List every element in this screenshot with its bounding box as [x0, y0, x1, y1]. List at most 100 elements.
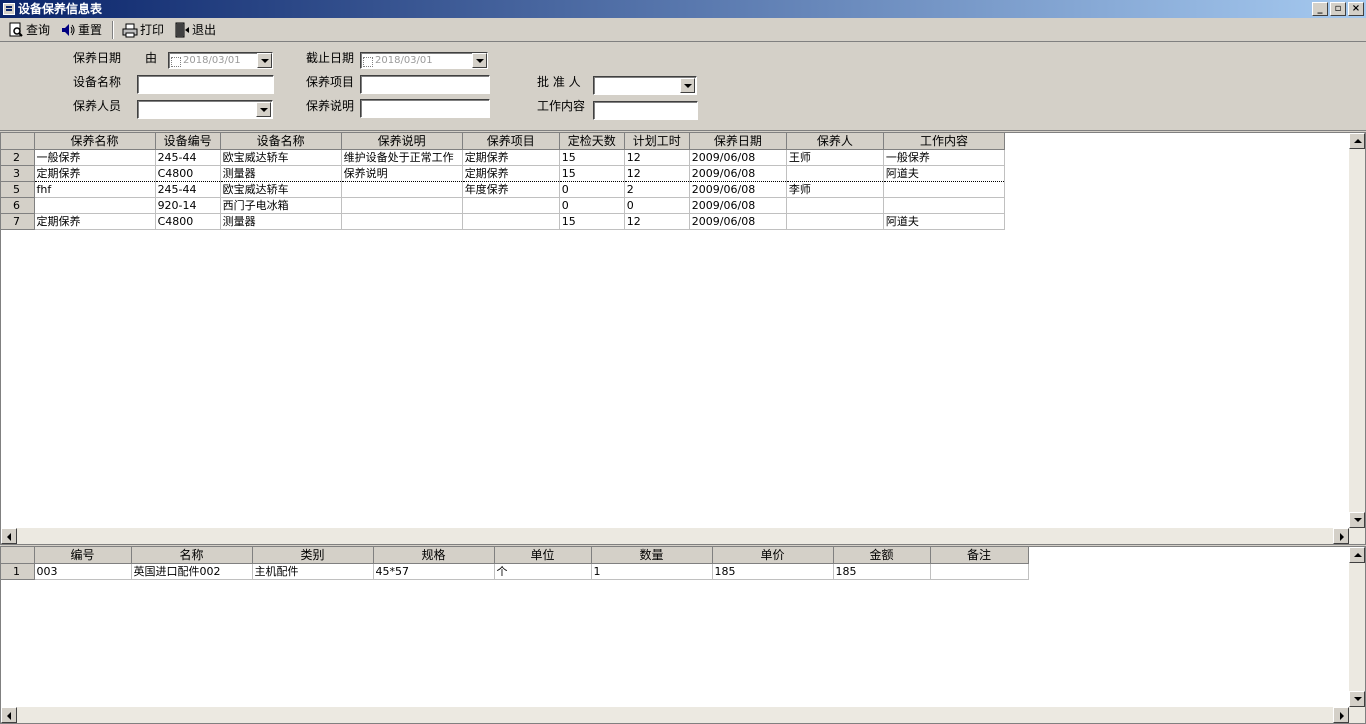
horizontal-scrollbar[interactable] — [1, 528, 1365, 544]
table-cell[interactable]: 2009/06/08 — [689, 149, 787, 166]
table-cell[interactable] — [786, 197, 884, 214]
table-cell[interactable]: 245-44 — [155, 181, 221, 198]
table-row[interactable]: 5 fhf 245-44 欧宝威达轿车 年度保养 0 2 2009/06/08 李师 — [1, 181, 1006, 198]
table-cell[interactable]: 15 — [559, 213, 625, 230]
column-header[interactable]: 数量 — [591, 547, 713, 564]
table-cell[interactable]: fhf — [34, 181, 156, 198]
column-header[interactable]: 定检天数 — [559, 133, 625, 150]
query-button[interactable]: 查询 — [4, 20, 54, 40]
table-cell[interactable] — [786, 213, 884, 230]
table-cell[interactable]: 李师 — [786, 181, 884, 198]
column-header[interactable]: 设备名称 — [220, 133, 342, 150]
column-header[interactable]: 设备编号 — [155, 133, 221, 150]
table-cell[interactable]: C4800 — [155, 213, 221, 230]
approver-select[interactable] — [593, 76, 697, 95]
table-cell[interactable]: 定期保养 — [462, 149, 560, 166]
column-header[interactable]: 编号 — [34, 547, 132, 564]
table-cell[interactable]: 185 — [833, 563, 931, 580]
row-header-corner[interactable] — [1, 133, 35, 150]
from-date-picker[interactable]: 2018/03/01 — [168, 52, 273, 69]
checkbox-icon[interactable] — [171, 57, 181, 67]
dropdown-arrow-icon[interactable] — [680, 78, 695, 93]
table-row[interactable]: 1 003 英国进口配件002 主机配件 45*57 个 1 185 185 — [1, 563, 1029, 580]
dropdown-arrow-icon[interactable] — [256, 102, 271, 117]
maint-item-input[interactable] — [360, 75, 490, 94]
row-header-corner[interactable] — [1, 547, 35, 564]
table-cell[interactable] — [462, 213, 560, 230]
horizontal-scrollbar[interactable] — [1, 707, 1365, 723]
table-cell[interactable]: 15 — [559, 149, 625, 166]
column-header[interactable]: 工作内容 — [883, 133, 1006, 150]
column-header[interactable]: 备注 — [930, 547, 1029, 564]
dropdown-arrow-icon[interactable] — [472, 53, 487, 68]
restore-icon[interactable]: ▫ — [1330, 2, 1346, 16]
column-header[interactable]: 计划工时 — [624, 133, 690, 150]
table-cell[interactable]: 920-14 — [155, 197, 221, 214]
table-cell[interactable]: 一般保养 — [883, 149, 1006, 166]
table-cell[interactable]: 0 — [624, 197, 690, 214]
end-date-picker[interactable]: 2018/03/01 — [360, 52, 488, 69]
table-cell[interactable]: 保养说明 — [341, 164, 463, 182]
scroll-right-icon[interactable] — [1333, 707, 1349, 723]
table-cell[interactable]: 15 — [559, 164, 625, 182]
table-cell[interactable]: 阿道夫 — [883, 164, 1006, 182]
column-header[interactable]: 保养项目 — [462, 133, 560, 150]
table-cell[interactable]: 测量器 — [220, 213, 342, 230]
minimize-icon[interactable]: _ — [1312, 2, 1328, 16]
device-name-input[interactable] — [137, 75, 274, 94]
table-cell[interactable]: 英国进口配件002 — [131, 563, 253, 580]
table-cell[interactable]: C4800 — [155, 164, 221, 182]
row-number[interactable]: 7 — [1, 213, 35, 230]
table-cell[interactable]: 年度保养 — [462, 181, 560, 198]
table-cell[interactable]: 2009/06/08 — [689, 213, 787, 230]
table-cell[interactable] — [34, 197, 156, 214]
scroll-left-icon[interactable] — [1, 528, 17, 544]
table-row[interactable]: 3 定期保养 C4800 测量器 保养说明 定期保养 15 12 2009/06/08 阿道夫 — [1, 164, 1006, 182]
scroll-right-icon[interactable] — [1333, 528, 1349, 544]
table-cell[interactable]: 0 — [559, 197, 625, 214]
column-header[interactable]: 规格 — [373, 547, 495, 564]
table-cell[interactable]: 12 — [624, 164, 690, 182]
table-cell[interactable]: 2009/06/08 — [689, 164, 787, 182]
exit-button[interactable]: 退出 — [170, 20, 220, 40]
maint-desc-input[interactable] — [360, 99, 490, 118]
table-row[interactable]: 2 一般保养 245-44 欧宝威达轿车 维护设备处于正常工作 定期保养 15 12 2009/… — [1, 149, 1006, 166]
column-header[interactable]: 金额 — [833, 547, 931, 564]
column-header[interactable]: 保养日期 — [689, 133, 787, 150]
scroll-down-icon[interactable] — [1349, 512, 1365, 528]
table-cell[interactable] — [341, 197, 463, 214]
table-cell[interactable]: 2 — [624, 181, 690, 198]
table-cell[interactable]: 阿道夫 — [883, 213, 1006, 230]
scroll-up-icon[interactable] — [1349, 547, 1365, 563]
table-cell[interactable]: 45*57 — [373, 563, 495, 580]
row-number[interactable]: 3 — [1, 165, 35, 182]
table-cell[interactable] — [341, 181, 463, 198]
column-header[interactable]: 保养名称 — [34, 133, 156, 150]
parts-grid[interactable]: 编号 名称 类别 规格 单位 数量 单价 金额 备注 1 003 英国进口配件002 主机配件 45*5… — [0, 546, 1366, 724]
table-cell[interactable] — [883, 181, 1006, 198]
table-cell[interactable]: 维护设备处于正常工作 — [341, 149, 463, 166]
column-header[interactable]: 名称 — [131, 547, 253, 564]
vertical-scrollbar[interactable] — [1349, 133, 1365, 528]
table-cell[interactable]: 王师 — [786, 149, 884, 166]
checkbox-icon[interactable] — [363, 57, 373, 67]
table-cell[interactable]: 欧宝威达轿车 — [220, 149, 342, 166]
table-cell[interactable]: 定期保养 — [34, 213, 156, 230]
table-cell[interactable]: 一般保养 — [34, 149, 156, 166]
column-header[interactable]: 单价 — [712, 547, 834, 564]
table-cell[interactable]: 2009/06/08 — [689, 197, 787, 214]
table-cell[interactable]: 定期保养 — [34, 164, 156, 182]
row-number[interactable]: 6 — [1, 197, 35, 214]
column-header[interactable]: 保养人 — [786, 133, 884, 150]
table-cell[interactable]: 0 — [559, 181, 625, 198]
dropdown-arrow-icon[interactable] — [257, 53, 272, 68]
work-content-input[interactable] — [593, 101, 698, 120]
column-header[interactable]: 单位 — [494, 547, 592, 564]
reset-button[interactable]: 重置 — [56, 20, 106, 40]
table-cell[interactable]: 12 — [624, 149, 690, 166]
row-number[interactable]: 1 — [1, 563, 35, 580]
table-cell[interactable]: 欧宝威达轿车 — [220, 181, 342, 198]
table-cell[interactable]: 测量器 — [220, 164, 342, 182]
table-row[interactable]: 6 920-14 西门子电冰箱 0 0 2009/06/08 — [1, 197, 1006, 214]
scroll-down-icon[interactable] — [1349, 691, 1365, 707]
